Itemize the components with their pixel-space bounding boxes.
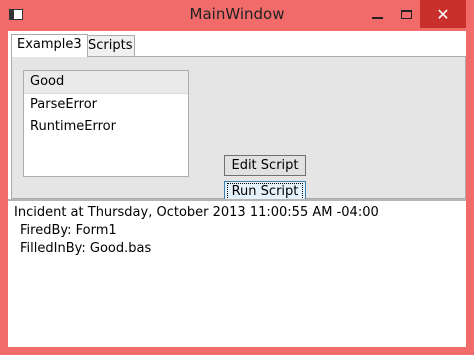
close-icon: ✕ [436, 4, 450, 24]
incident-log: Incident at Thursday, October 2013 11:00… [8, 201, 466, 347]
run-script-label: Run Script [226, 183, 304, 200]
minimize-button[interactable] [362, 0, 392, 28]
title-bar[interactable]: MainWindow ✕ [0, 0, 474, 32]
log-line: Incident at Thursday, October 2013 11:00… [14, 205, 379, 220]
tab-scripts[interactable]: Scripts [82, 35, 135, 56]
list-item[interactable]: ParseError [24, 94, 188, 116]
tab-example3[interactable]: Example3 [11, 34, 88, 57]
list-item[interactable]: Good [24, 71, 188, 94]
main-window: MainWindow ✕ Example3 Scripts Good Parse… [0, 0, 474, 355]
client-area: Example3 Scripts Good ParseError Runtime… [8, 31, 466, 347]
list-item[interactable]: RuntimeError [24, 116, 188, 138]
close-button[interactable]: ✕ [420, 0, 466, 28]
edit-script-button[interactable]: Edit Script [224, 155, 306, 176]
tab-content-panel: Good ParseError RuntimeError Edit Script… [11, 56, 466, 202]
tab-strip: Example3 Scripts [8, 31, 466, 57]
log-line: FilledInBy: Good.bas [20, 241, 152, 256]
minimize-icon [371, 17, 383, 19]
scripts-listbox[interactable]: Good ParseError RuntimeError [23, 70, 189, 177]
maximize-button[interactable] [391, 0, 421, 28]
log-line: FiredBy: Form1 [20, 223, 117, 238]
maximize-icon [400, 9, 412, 19]
